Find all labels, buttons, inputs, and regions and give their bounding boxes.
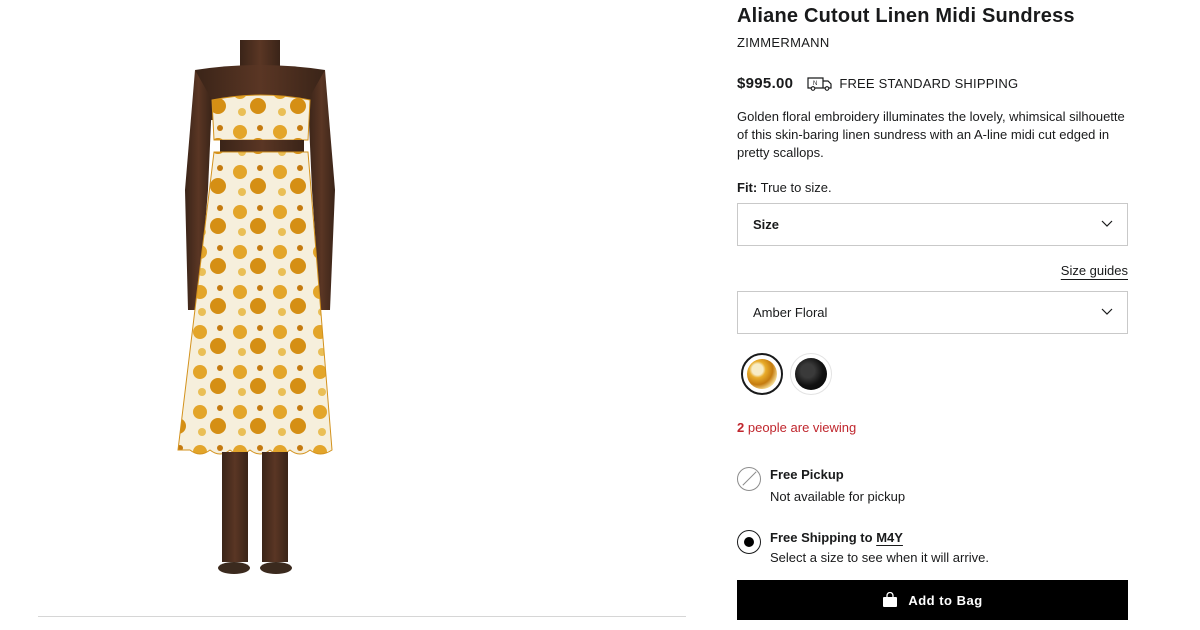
shipping-radio[interactable] [737,530,761,554]
color-select[interactable]: Amber Floral [737,291,1128,334]
product-description: Golden floral embroidery illuminates the… [737,109,1125,160]
size-select[interactable]: Size [737,203,1128,246]
product-price: $995.00 [737,74,794,92]
swatch-amber-floral[interactable] [741,353,783,395]
product-title: Aliane Cutout Linen Midi Sundress [737,5,1075,27]
chevron-down-icon [1101,308,1113,315]
shipping-zip-link[interactable]: M4Y [876,530,903,545]
product-image-pane [0,0,700,630]
add-to-bag-button[interactable]: Add to Bag [737,580,1128,620]
color-select-value: Amber Floral [753,305,828,320]
shipping-subtitle: Select a size to see when it will arrive… [770,550,989,565]
shipping-title: Free Shipping to M4Y [770,530,903,545]
swatch-black[interactable] [790,353,832,395]
chevron-down-icon [1101,220,1113,227]
viewing-text: people are viewing [747,420,857,435]
price-row: $995.00 N FREE STANDARD SHIPPING [737,72,1128,94]
shipping-title-prefix: Free Shipping to [770,530,873,545]
free-shipping-label: FREE STANDARD SHIPPING [839,75,1019,91]
svg-text:N: N [813,81,817,87]
pickup-title: Free Pickup [770,467,844,482]
size-guides-link[interactable]: Size guides [1061,263,1128,278]
bag-icon [883,592,898,607]
fit-label: Fit: [737,180,758,195]
pickup-subtitle: Not available for pickup [770,489,906,504]
fit-value: True to size. [760,180,832,195]
size-select-label: Size [753,217,780,232]
viewing-count: 2 people are viewing [737,420,856,435]
image-divider [38,616,686,617]
product-image[interactable] [150,40,380,585]
product-brand[interactable]: ZIMMERMANN [737,35,830,50]
viewing-number: 2 [737,420,745,435]
add-to-bag-label: Add to Bag [908,592,983,608]
truck-icon: N [807,77,832,91]
fit-info: Fit: True to size. [737,180,832,195]
pickup-radio[interactable] [737,467,761,491]
